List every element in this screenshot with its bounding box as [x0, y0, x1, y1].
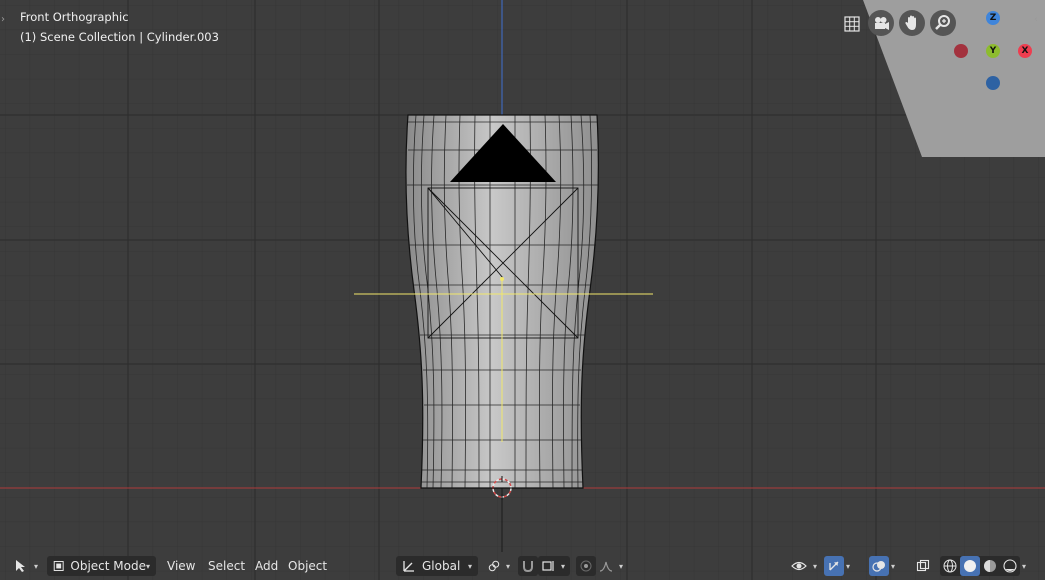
- chevron-down-icon: ▾: [33, 561, 38, 571]
- gizmo-y-axis[interactable]: Y: [986, 44, 1000, 58]
- chevron-down-icon: ▾: [619, 561, 624, 571]
- gizmo-x-label: X: [1021, 46, 1029, 56]
- mode-label: Object Mode: [70, 559, 146, 573]
- select-menu[interactable]: Select: [202, 556, 251, 576]
- gizmo-icon: [829, 561, 839, 571]
- right-panel-toggle-icon[interactable]: ‹: [1034, 14, 1038, 25]
- solid-sphere-icon: [964, 560, 976, 572]
- chevron-down-icon: ▾: [1022, 561, 1027, 571]
- zoom-icon: [935, 15, 950, 30]
- zoom-view-button[interactable]: [930, 10, 956, 36]
- viewport-header: ▾ Object Mode ▾ View Select Add Object G…: [0, 552, 1045, 580]
- 3d-viewport[interactable]: [0, 0, 1045, 580]
- gizmo-z-label: Z: [989, 13, 997, 23]
- left-panel-toggle-icon[interactable]: ›: [1, 14, 5, 25]
- toggle-ortho-grid-button[interactable]: [839, 11, 865, 37]
- overlays-dropdown[interactable]: ▾: [889, 556, 905, 576]
- collection-info-label: (1) Scene Collection | Cylinder.003: [20, 30, 219, 44]
- overlays-toggle[interactable]: [869, 556, 889, 576]
- gizmo-x-axis[interactable]: X: [1018, 44, 1032, 58]
- hand-icon: [905, 15, 916, 30]
- shading-mode-group: [940, 556, 1020, 576]
- magnet-icon: [523, 561, 533, 573]
- rendered-sphere-icon: [1003, 559, 1017, 573]
- pivot-point-dropdown[interactable]: ▾: [482, 556, 516, 576]
- transform-orientation-dropdown[interactable]: Global ▾: [396, 556, 478, 576]
- proportional-editing-toggle[interactable]: [576, 556, 596, 576]
- object-mode-icon: [53, 561, 64, 571]
- chevron-down-icon: ▾: [467, 561, 472, 571]
- falloff-curve-icon: [599, 561, 613, 572]
- object-visibility-dropdown[interactable]: ▾: [788, 556, 820, 576]
- orientation-label: Global: [422, 559, 461, 573]
- grid-icon: [844, 16, 860, 32]
- gizmo-toggle[interactable]: [824, 556, 844, 576]
- shading-dropdown[interactable]: ▾: [1020, 556, 1036, 576]
- falloff-dropdown[interactable]: ▾: [596, 556, 628, 576]
- object-menu[interactable]: Object: [282, 556, 333, 576]
- xray-toggle[interactable]: [913, 556, 933, 576]
- rendered-shading-button[interactable]: [1000, 556, 1020, 576]
- chevron-down-icon: ▾: [145, 561, 150, 571]
- chevron-down-icon: ▾: [561, 561, 566, 571]
- wireframe-shading-button[interactable]: [940, 556, 960, 576]
- gizmo-y-label: Y: [989, 46, 997, 56]
- material-preview-button[interactable]: [980, 556, 1000, 576]
- solid-shading-button[interactable]: [960, 556, 980, 576]
- material-sphere-icon: [984, 560, 996, 572]
- xray-icon: [916, 559, 930, 572]
- snap-target-dropdown[interactable]: ▾: [538, 556, 570, 576]
- chevron-down-icon: ▾: [846, 561, 851, 571]
- wireframe-sphere-icon: [943, 559, 957, 573]
- snap-toggle[interactable]: [518, 556, 538, 576]
- camera-view-button[interactable]: [868, 10, 894, 36]
- chevron-down-icon: ▾: [505, 561, 510, 571]
- gizmo-neg-z-axis[interactable]: [986, 76, 1000, 90]
- camera-icon: [875, 17, 889, 30]
- cursor-tool-icon: [15, 560, 25, 572]
- pan-view-button[interactable]: [899, 10, 925, 36]
- overlays-icon: [872, 561, 885, 572]
- view-name-label: Front Orthographic: [20, 10, 129, 24]
- proportional-edit-icon: [580, 560, 592, 572]
- add-menu[interactable]: Add: [249, 556, 284, 576]
- select-tool-button[interactable]: ▾: [10, 556, 42, 576]
- view-menu[interactable]: View: [161, 556, 201, 576]
- mode-dropdown[interactable]: Object Mode ▾: [47, 556, 156, 576]
- gizmo-neg-x-axis[interactable]: [954, 44, 968, 58]
- gizmo-z-axis[interactable]: Z: [986, 11, 1000, 25]
- gizmo-dropdown[interactable]: ▾: [844, 556, 860, 576]
- pivot-icon: [488, 560, 500, 572]
- eye-icon: [791, 561, 807, 571]
- snap-increment-icon: [542, 561, 554, 571]
- orientation-icon: [403, 561, 414, 572]
- chevron-down-icon: ▾: [891, 561, 896, 571]
- chevron-down-icon: ▾: [812, 561, 817, 571]
